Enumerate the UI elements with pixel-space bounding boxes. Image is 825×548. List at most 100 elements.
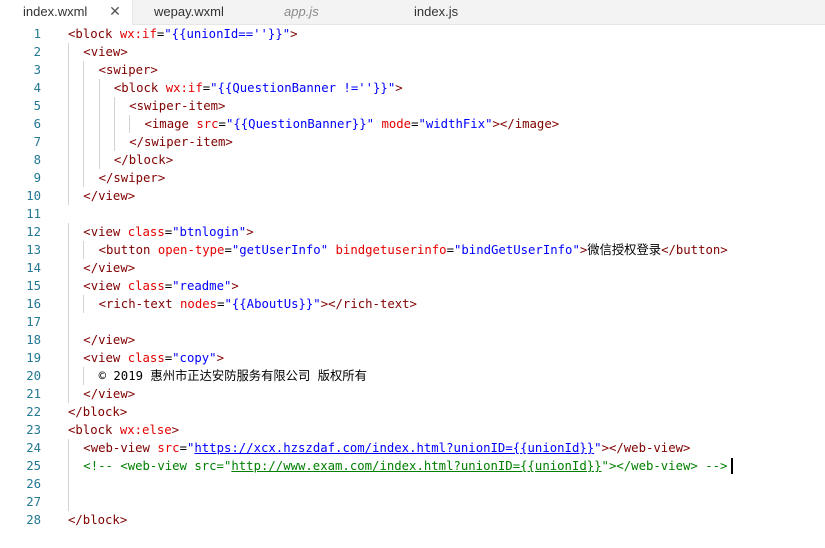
code-line[interactable]: 1 <block wx:if="{{unionId==''}}">: [0, 25, 825, 43]
indent-guide: [68, 475, 69, 493]
code-text: </block>: [114, 151, 173, 169]
indent-guide: [83, 115, 85, 133]
code-text: </view>: [83, 259, 135, 277]
code-token: <web-view: [83, 441, 158, 455]
code-text: <web-view src= "https://xcx.hzszdaf.com/i…: [83, 439, 690, 457]
code-token: ": [594, 441, 602, 455]
tab-index-js[interactable]: index.js: [389, 0, 517, 24]
indent-guide: [68, 61, 69, 79]
line-number: 19: [26, 351, 41, 365]
line-number: 2: [33, 45, 41, 59]
tab-label: index.js: [414, 4, 459, 19]
code-text: </swiper>: [99, 169, 166, 187]
line-number: 26: [26, 477, 41, 491]
code-line[interactable]: 21 </view>: [0, 385, 825, 403]
code-line[interactable]: 8 </block>: [0, 151, 825, 169]
code-token: ></rich-text>: [320, 297, 417, 311]
code-token: >: [290, 27, 298, 41]
indent-guide: [98, 115, 100, 133]
line-number: 12: [26, 225, 41, 239]
code-token: =: [218, 117, 226, 131]
code-line[interactable]: 20 © 2019 惠州市正达安防服务有限公司 版权所有: [0, 367, 825, 385]
code-token: src: [196, 117, 219, 131]
text-cursor: [731, 458, 734, 474]
code-token: "{{QuestionBanner !=''}}": [210, 81, 396, 95]
code-editor[interactable]: 1 <block wx:if="{{unionId==''}}"> 2 <view> 3…: [0, 25, 825, 548]
tab-app-js[interactable]: app.js: [261, 0, 389, 24]
code-line[interactable]: 3 <swiper>: [0, 61, 825, 79]
code-token: ></image>: [492, 117, 560, 131]
code-line[interactable]: 14 </view>: [0, 259, 825, 277]
code-line[interactable]: 28 </block>: [0, 511, 825, 529]
indent-guide: [68, 223, 69, 241]
code-line[interactable]: 10 </view>: [0, 187, 825, 205]
code-line[interactable]: 27: [0, 493, 825, 511]
code-token: =: [224, 243, 232, 257]
indent-guide: [83, 61, 85, 79]
code-token: wx:else: [119, 423, 172, 437]
code-line[interactable]: 6 <image src="{{QuestionBanner}}" mode="w…: [0, 115, 825, 133]
code-text: <!-- <web-view src="http://www.exam.com/…: [83, 457, 734, 475]
code-line[interactable]: 18 </view>: [0, 331, 825, 349]
code-token: "bindGetUserInfo": [454, 243, 580, 257]
line-number: 22: [26, 405, 41, 419]
code-token: </swiper>: [98, 171, 166, 185]
indent-guide: [68, 385, 69, 403]
code-line[interactable]: 24 <web-view src= "https://xcx.hzszdaf.com…: [0, 439, 825, 457]
code-line[interactable]: 22 </block>: [0, 403, 825, 421]
code-token: </block>: [113, 153, 174, 167]
indent-guide: [68, 79, 69, 97]
indent-guide: [98, 133, 100, 151]
indent-guide: [83, 151, 85, 169]
indent-guide: [129, 115, 131, 133]
code-token: bindgetuserinfo: [335, 243, 447, 257]
tab-wepay-wxml[interactable]: wepay.wxml: [133, 0, 261, 24]
code-line[interactable]: 23 <block wx:else>: [0, 421, 825, 439]
close-icon[interactable]: ✕: [108, 0, 122, 23]
line-number: 6: [33, 117, 41, 131]
code-line[interactable]: 2 <view>: [0, 43, 825, 61]
code-token: © 2019 惠州市正达安防服务有限公司 版权所有: [98, 369, 367, 383]
code-text: <block wx:if="{{QuestionBanner !=''}}">: [114, 79, 403, 97]
line-number: 9: [33, 171, 41, 185]
line-number: 24: [26, 441, 41, 455]
code-token: ></web-view>: [601, 441, 691, 455]
indent-guide: [68, 313, 69, 331]
code-line[interactable]: 26: [0, 475, 825, 493]
code-token: </view>: [83, 261, 136, 275]
code-line[interactable]: 12 <view class="btnlogin">: [0, 223, 825, 241]
indent-guide: [68, 115, 69, 133]
code-token: src: [157, 441, 180, 455]
tab-index-wxml[interactable]: index.wxml ✕: [0, 0, 133, 25]
indent-guide: [83, 97, 85, 115]
code-token: wx:if: [165, 81, 203, 95]
indent-guide: [68, 151, 69, 169]
code-line[interactable]: 15 <view class="readme">: [0, 277, 825, 295]
indent-guide: [98, 151, 100, 169]
code-line[interactable]: 7 </swiper-item>: [0, 133, 825, 151]
code-token: "btnlogin": [172, 225, 247, 239]
tab-label: wepay.wxml: [154, 4, 224, 19]
code-line[interactable]: 4 <block wx:if="{{QuestionBanner !=''}}">: [0, 79, 825, 97]
code-text: <view>: [83, 43, 127, 61]
indent-guide: [83, 241, 85, 259]
indent-guide: [68, 439, 69, 457]
code-line[interactable]: 16 <rich-text nodes="{{AboutUs}}"></rich-…: [0, 295, 825, 313]
code-token: "{{AboutUs}}": [224, 297, 321, 311]
code-line[interactable]: 17: [0, 313, 825, 331]
code-line[interactable]: 11: [0, 205, 825, 223]
line-number: 13: [26, 243, 41, 257]
indent-guide: [68, 457, 69, 475]
code-line[interactable]: 25 <!-- <web-view src="http://www.exam.co…: [0, 457, 825, 475]
indent-guide: [113, 115, 115, 133]
code-line[interactable]: 9 </swiper>: [0, 169, 825, 187]
code-text: <view class="btnlogin">: [83, 223, 253, 241]
code-line[interactable]: 13 <button open-type="getUserInfo" bindge…: [0, 241, 825, 259]
line-number: 10: [26, 189, 41, 203]
code-text: <block wx:else>: [68, 421, 179, 439]
code-text: </swiper-item>: [129, 133, 233, 151]
code-token: >: [231, 279, 239, 293]
code-line[interactable]: 19 <view class="copy">: [0, 349, 825, 367]
code-line[interactable]: 5 <swiper-item>: [0, 97, 825, 115]
line-number: 3: [33, 63, 41, 77]
